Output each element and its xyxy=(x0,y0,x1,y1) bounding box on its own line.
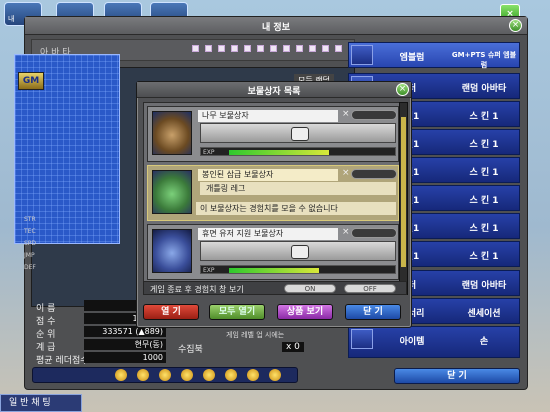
dialog-close-button[interactable]: 닫 기 xyxy=(345,304,401,320)
chest-icon xyxy=(152,170,192,214)
stat-row-rank: 순 위 333571 (▲889) xyxy=(32,326,168,340)
list-item-emblem[interactable]: 엠블럼 GM+PTS 슈퍼 엠블럼 xyxy=(348,42,520,69)
box-list: 나무 보물상자 × EXP 봉인된 삼급 보물상자 × 개틀링 레그 이 보물상… xyxy=(143,102,401,295)
quick-icon[interactable] xyxy=(247,369,259,381)
box-name: 봉인된 삼급 보물상자 xyxy=(198,169,338,181)
remove-icon[interactable]: × xyxy=(342,168,350,178)
dialog-scrollbar[interactable] xyxy=(399,102,408,295)
quick-icon[interactable] xyxy=(225,369,237,381)
list-item[interactable]: 나무 보물상자 × EXP xyxy=(147,106,399,162)
open-button[interactable]: 열 기 xyxy=(143,304,199,320)
stat-label-spd: SPD xyxy=(24,240,37,247)
lock-icon xyxy=(291,245,309,259)
toggle-pill[interactable] xyxy=(351,169,397,179)
quick-icon[interactable] xyxy=(137,369,149,381)
avatar-slot[interactable] xyxy=(257,45,264,52)
avatar-slot[interactable] xyxy=(218,45,225,52)
stat-label-def: DEF xyxy=(24,264,36,271)
avatar-slot[interactable] xyxy=(283,45,290,52)
list-item[interactable]: 아이템 손 xyxy=(348,326,520,358)
chat-mode-select[interactable]: 일 반 채 팅 xyxy=(0,394,82,412)
avatar-slot[interactable] xyxy=(231,45,238,52)
box-description: 이 보물상자는 경험치를 모을 수 없습니다 xyxy=(196,202,396,215)
toggle-pill[interactable] xyxy=(351,110,397,120)
quick-icon[interactable] xyxy=(181,369,193,381)
item-icon-bar xyxy=(32,367,298,383)
quick-icon[interactable] xyxy=(269,369,281,381)
avatar-slot[interactable] xyxy=(296,45,303,52)
open-all-button[interactable]: 모두 열기 xyxy=(209,304,265,320)
window-close-icon[interactable]: × xyxy=(509,19,522,32)
hand-icon xyxy=(351,329,373,349)
side-note: 게임 레벨 업 시에는 xyxy=(226,331,285,339)
emblem-icon xyxy=(351,45,373,65)
avatar-slot[interactable] xyxy=(335,45,342,52)
quick-icon[interactable] xyxy=(159,369,171,381)
list-item[interactable]: 휴면 유저 지원 보물상자 × EXP xyxy=(147,224,399,280)
lock-bar xyxy=(200,241,396,261)
dialog-titlebar: 보물상자 목록 xyxy=(137,82,411,98)
exp-bar: EXP xyxy=(200,147,396,156)
gm-emblem-icon: GM xyxy=(18,72,44,90)
off-radio[interactable]: OFF xyxy=(344,284,396,293)
remove-icon[interactable]: × xyxy=(342,227,350,237)
avatar-slot[interactable] xyxy=(244,45,251,52)
collection-value: x 0 xyxy=(282,342,304,352)
exp-bar: EXP xyxy=(200,265,396,274)
treasure-box-dialog: 보물상자 목록 × 나무 보물상자 × EXP 봉인된 삼급 보물상자 × 개틀… xyxy=(136,81,412,328)
dialog-title: 보물상자 목록 xyxy=(247,87,301,97)
avatar-slot[interactable] xyxy=(270,45,277,52)
chest-icon xyxy=(152,229,192,273)
window-title: 내 정보 xyxy=(262,23,290,33)
list-item[interactable]: 봉인된 삼급 보물상자 × 개틀링 레그 이 보물상자는 경험치를 모을 수 없… xyxy=(147,165,399,221)
stat-row-ladder: 평균 레더점수 1000 xyxy=(32,352,168,366)
remove-icon[interactable]: × xyxy=(342,109,350,119)
avatar-slot[interactable] xyxy=(309,45,316,52)
on-radio[interactable]: ON xyxy=(284,284,336,293)
dialog-close-icon[interactable]: × xyxy=(396,83,409,96)
avatar-slot[interactable] xyxy=(322,45,329,52)
window-titlebar: 내 정보 xyxy=(25,17,527,35)
stat-label-tec: TEC xyxy=(24,228,36,235)
quick-icon[interactable] xyxy=(115,369,127,381)
option-label: 게임 종료 후 경험치 창 보기 xyxy=(150,285,244,294)
exp-fill xyxy=(229,150,329,155)
chest-icon xyxy=(152,111,192,155)
view-items-button[interactable]: 상품 보기 xyxy=(277,304,333,320)
window-close-button[interactable]: 닫 기 xyxy=(394,368,520,384)
scroll-thumb[interactable] xyxy=(401,117,406,267)
stat-row-class: 계 급 현무(동) xyxy=(32,339,168,353)
box-name: 휴면 유저 지원 보물상자 xyxy=(198,228,338,240)
collection-label: 수집북 xyxy=(178,345,203,355)
box-name: 나무 보물상자 xyxy=(198,110,338,122)
avatar-slot[interactable] xyxy=(192,45,199,52)
lock-bar xyxy=(200,123,396,143)
exp-fill xyxy=(229,268,319,273)
stat-label-jmp: JMP xyxy=(24,252,35,259)
exp-window-option: 게임 종료 후 경험치 창 보기 ON OFF xyxy=(143,281,407,295)
lock-icon xyxy=(291,127,309,141)
avatar-slot[interactable] xyxy=(205,45,212,52)
reward-text: 개틀링 레그 xyxy=(200,182,396,195)
toggle-pill[interactable] xyxy=(351,228,397,238)
stat-label-str: STR xyxy=(24,216,36,223)
quick-icon[interactable] xyxy=(203,369,215,381)
